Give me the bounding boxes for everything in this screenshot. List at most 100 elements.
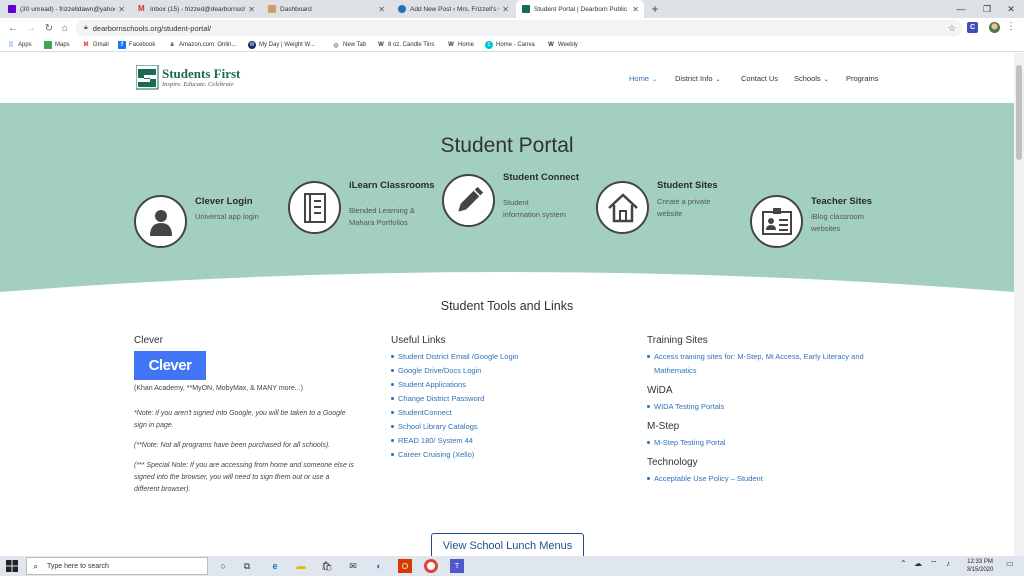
new-tab-button[interactable]: + — [648, 0, 662, 18]
volume-icon[interactable]: ♪ — [946, 559, 950, 568]
chrome-icon[interactable] — [424, 559, 438, 573]
card-title[interactable]: Student Sites — [657, 181, 718, 191]
store-icon[interactable]: 🛍︎ — [320, 559, 334, 573]
note-google-signin-line1: *Note: if you aren't signed into Google,… — [134, 410, 346, 417]
tab-add-new-post[interactable]: Add New Post ‹ Mrs. Frizzell's Cl ✕ — [392, 0, 514, 18]
card-title[interactable]: iLearn Classrooms — [349, 181, 435, 191]
nav-district-info[interactable]: District Info ⌄ — [675, 74, 721, 86]
nav-schools[interactable]: Schools ⌄ — [794, 74, 829, 86]
tab-yahoo-mail[interactable]: (30 unread) - frizzelldawn@yahoo ✕ — [2, 0, 130, 18]
link-student-applications[interactable]: Student Applications — [391, 378, 518, 392]
restore-icon[interactable]: ❐ — [976, 0, 998, 18]
teams-app-icon[interactable]: T — [450, 559, 464, 573]
notifications-icon[interactable]: ▭ — [1006, 559, 1014, 568]
scrollbar-thumb[interactable] — [1016, 65, 1022, 160]
edge-icon[interactable]: e — [268, 559, 282, 573]
office-icon[interactable]: O — [398, 559, 412, 573]
home-icon[interactable]: ⌂ — [58, 21, 72, 35]
file-explorer-icon[interactable]: ▬ — [294, 559, 308, 573]
training-links-list: Access training sites for: M-Step, Mi Ac… — [647, 350, 864, 378]
network-icon[interactable]: ⌔ — [930, 559, 938, 569]
bookmark-canva[interactable]: c Home - Canva — [485, 40, 535, 50]
close-icon[interactable]: ✕ — [378, 5, 385, 14]
search-icon: ⌕ — [33, 561, 39, 571]
mail-icon[interactable]: ✉ — [346, 559, 360, 573]
card-title[interactable]: Clever Login — [195, 197, 253, 207]
tray-chevron-up-icon[interactable]: ⌃ — [900, 559, 907, 568]
close-icon[interactable]: ✕ — [632, 5, 639, 14]
card-title[interactable]: Teacher Sites — [811, 197, 872, 207]
bookmark-amazon[interactable]: a Amazon.com: Onlin... — [168, 40, 236, 50]
link-change-password[interactable]: Change District Password — [391, 392, 518, 406]
link-wida-portals[interactable]: WIDA Testing Portals — [647, 400, 724, 414]
canva-extension-icon[interactable]: C — [967, 22, 978, 33]
menu-kebab-icon[interactable]: ⋮ — [1006, 21, 1016, 32]
chevron-down-icon: ⌄ — [715, 77, 721, 83]
link-text-line: Mathematics — [654, 366, 697, 375]
cortana-icon[interactable]: ○ — [216, 559, 230, 573]
reload-icon[interactable]: ↻ — [42, 21, 56, 35]
link-library-catalogs[interactable]: School Library Catalogs — [391, 420, 518, 434]
task-view-icon[interactable]: ⧉ — [240, 559, 254, 573]
link-district-email[interactable]: Student District Email /Google Login — [391, 350, 518, 364]
note-special-line1: (*** Special Note: If you are accessing … — [134, 462, 354, 469]
close-icon[interactable]: ✕ — [118, 5, 125, 14]
link-mstep-portal[interactable]: M-Step Testing Portal — [647, 436, 726, 450]
site-header: Students First Inspire. Educate. Celebra… — [0, 53, 1014, 103]
teacher-sites-card[interactable] — [750, 195, 803, 248]
tools-section-title: Student Tools and Links — [440, 299, 574, 313]
note-programs: (**Note: Not all programs have been purc… — [134, 442, 331, 449]
bookmark-apps[interactable]: ⠿ Apps — [7, 40, 31, 50]
nav-programs[interactable]: Programs — [846, 74, 879, 86]
windows-start-icon[interactable] — [6, 560, 18, 572]
bookmark-label: Maps — [55, 42, 70, 48]
district-logo[interactable]: Students First Inspire. Educate. Celebra… — [136, 65, 246, 93]
onedrive-icon[interactable]: ☁ — [914, 559, 922, 568]
tab-gmail[interactable]: M Inbox (15) - frizzed@dearbornscho ✕ — [132, 0, 260, 18]
nav-home[interactable]: Home ⌄ — [629, 74, 657, 86]
close-icon[interactable]: ✕ — [502, 5, 509, 14]
student-sites-card[interactable] — [596, 181, 649, 234]
link-career-cruising[interactable]: Career Cruising (Xello) — [391, 448, 518, 462]
bookmark-maps[interactable]: Maps — [44, 40, 70, 50]
forward-arrow-icon[interactable]: → — [24, 21, 38, 35]
card-subtitle: website — [657, 209, 683, 218]
profile-avatar[interactable] — [989, 22, 1000, 33]
bookmark-home[interactable]: W Home — [447, 40, 474, 50]
back-arrow-icon[interactable]: ← — [6, 21, 20, 35]
link-acceptable-use[interactable]: Acceptable Use Policy – Student — [647, 472, 763, 486]
close-icon[interactable]: ✕ — [248, 5, 255, 14]
ilearn-card[interactable] — [288, 181, 341, 234]
card-title[interactable]: Student Connect — [503, 173, 579, 183]
tab-dashboard[interactable]: Dashboard ✕ — [262, 0, 390, 18]
taskbar-clock[interactable]: 12:33 PM 3/15/2020 — [962, 558, 998, 574]
student-connect-card[interactable] — [442, 174, 495, 227]
link-google-drive[interactable]: Google Drive/Docs Login — [391, 364, 518, 378]
nav-label: Schools — [794, 74, 821, 83]
teams-icon[interactable]: ◐ — [372, 559, 386, 573]
nav-contact-us[interactable]: Contact Us — [741, 74, 778, 86]
tab-student-portal[interactable]: Student Portal | Dearborn Public ✕ — [516, 0, 644, 18]
taskbar-search-input[interactable]: ⌕ Type here to search — [26, 557, 208, 575]
bookmark-weight-watchers[interactable]: W My Day | Weight W... — [248, 40, 315, 50]
bookmark-weebly[interactable]: W Weebly — [547, 40, 578, 50]
globe-icon: ◍ — [333, 42, 339, 49]
url-input[interactable]: 🔒︎ dearbornschools.org/student-portal/ ☆ — [76, 20, 962, 36]
clever-logo-button[interactable]: Clever — [134, 351, 206, 380]
clock-date: 3/15/2020 — [966, 567, 994, 573]
link-training-sites[interactable]: Access training sites for: M-Step, Mi Ac… — [647, 350, 864, 378]
page-scrollbar[interactable] — [1014, 53, 1024, 556]
link-read-180[interactable]: READ 180/ System 44 — [391, 434, 518, 448]
close-window-icon[interactable]: ✕ — [1000, 0, 1022, 18]
gmail-icon: M — [138, 4, 145, 13]
bookmark-facebook[interactable]: f Facebook — [118, 40, 155, 50]
bookmark-candle-tins[interactable]: W 8 oz. Candle Tins — [377, 40, 434, 50]
bookmark-label: Facebook — [129, 42, 156, 48]
weebly-w-icon: W — [448, 42, 454, 48]
bookmark-gmail[interactable]: M Gmail — [82, 40, 109, 50]
clever-login-card[interactable] — [134, 195, 187, 248]
link-studentconnect[interactable]: StudentConnect — [391, 406, 518, 420]
bookmark-new-tab[interactable]: ◍ New Tab — [332, 40, 366, 50]
star-icon[interactable]: ☆ — [948, 23, 956, 34]
minimize-icon[interactable]: — — [950, 0, 972, 18]
